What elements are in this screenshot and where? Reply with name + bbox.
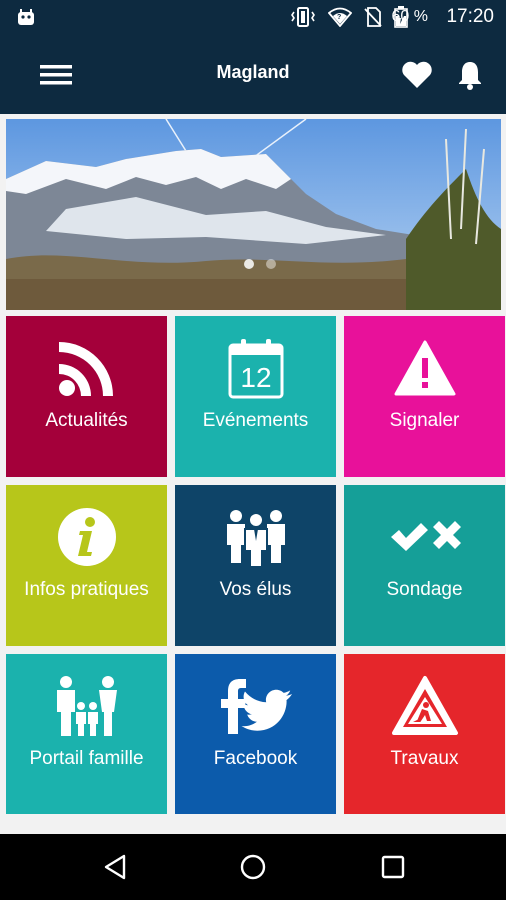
tile-portail-famille[interactable]: Portail famille xyxy=(6,654,167,815)
tile-label: Travaux xyxy=(390,748,459,769)
heart-icon[interactable] xyxy=(400,58,434,92)
tiles-grid: Actualités 12 Evénements Signaler Infos … xyxy=(6,316,505,815)
carousel-dot-1[interactable] xyxy=(244,259,254,269)
tile-signaler[interactable]: Signaler xyxy=(344,316,505,477)
tile-travaux[interactable]: Travaux xyxy=(344,654,505,815)
tile-evenements[interactable]: 12 Evénements xyxy=(175,316,336,477)
tile-label: Actualités xyxy=(45,410,128,431)
svg-text:?: ? xyxy=(337,14,341,21)
recents-icon[interactable] xyxy=(378,852,408,882)
tile-label: Signaler xyxy=(389,410,460,431)
carousel-dot-2[interactable] xyxy=(266,259,276,269)
tile-label: Infos pratiques xyxy=(24,579,149,600)
mountain-landscape-image xyxy=(6,119,501,310)
tile-label: Sondage xyxy=(386,579,463,600)
bottom-spacer xyxy=(0,814,506,834)
status-bar: ? 60 % 17:20 xyxy=(0,0,506,34)
bell-icon[interactable] xyxy=(456,58,484,92)
tile-vos-elus[interactable]: Vos élus xyxy=(175,485,336,646)
facebook-twitter-icon xyxy=(220,679,292,734)
tile-label: Facebook xyxy=(213,748,298,769)
app-bar: Magland xyxy=(0,34,506,114)
banner-carousel[interactable] xyxy=(6,119,501,310)
tile-actualites[interactable]: Actualités xyxy=(6,316,167,477)
status-time: 17:20 xyxy=(446,6,494,27)
family-icon xyxy=(56,676,117,736)
tile-facebook[interactable]: Facebook xyxy=(175,654,336,815)
system-icons: ? xyxy=(290,6,408,28)
info-icon xyxy=(57,508,116,566)
tile-label: Vos élus xyxy=(219,579,292,600)
vibrate-icon xyxy=(291,7,315,27)
people-icon xyxy=(226,510,285,567)
calendar-icon: 12 xyxy=(228,339,283,399)
tile-sondage[interactable]: Sondage xyxy=(344,485,505,646)
battery-percent: 60 % xyxy=(391,8,428,25)
no-sim-icon xyxy=(364,7,382,27)
wifi-icon: ? xyxy=(328,7,352,27)
home-icon[interactable] xyxy=(238,852,268,882)
roadwork-icon xyxy=(391,676,458,735)
tile-label: Portail famille xyxy=(29,748,144,769)
tile-label: Evénements xyxy=(202,410,309,431)
calendar-day: 12 xyxy=(240,362,271,393)
back-icon[interactable] xyxy=(100,852,130,882)
carousel-indicator xyxy=(244,259,276,269)
android-icon xyxy=(18,9,34,25)
rss-icon xyxy=(58,342,113,396)
warning-icon xyxy=(394,340,455,396)
check-cross-icon xyxy=(390,521,461,551)
tile-infos-pratiques[interactable]: Infos pratiques xyxy=(6,485,167,646)
navigation-bar xyxy=(0,834,506,900)
